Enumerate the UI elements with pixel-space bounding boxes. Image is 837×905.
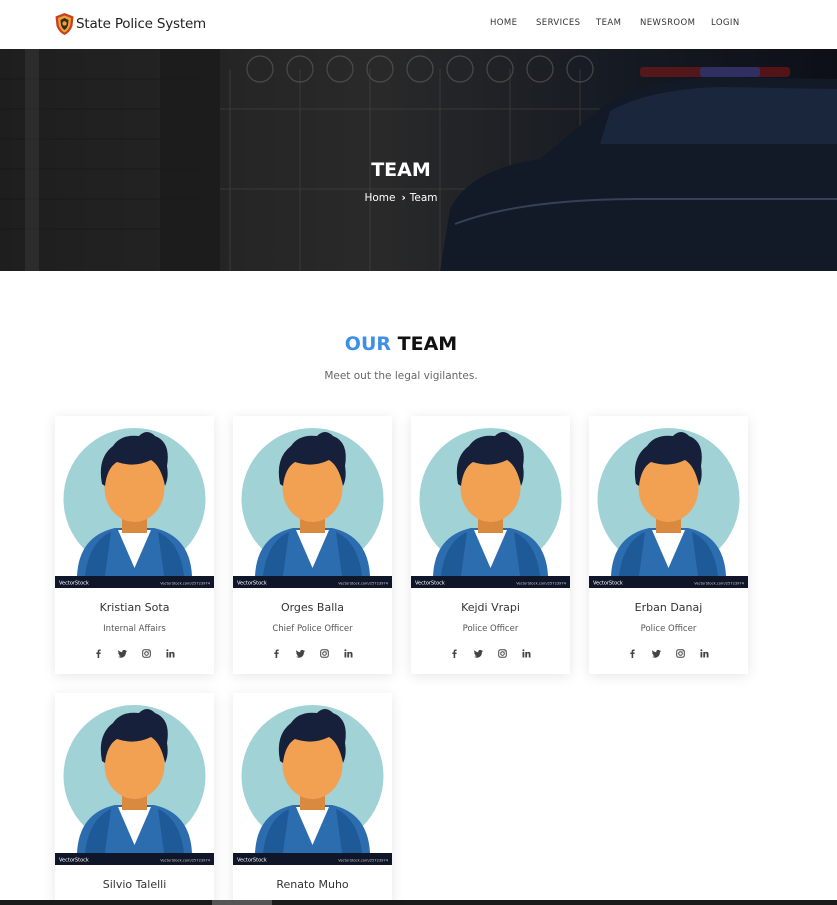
breadcrumb: Home › Team — [0, 192, 802, 204]
watermark-left: VectorStock — [59, 581, 89, 587]
breadcrumb-home[interactable]: Home — [364, 192, 395, 204]
avatar-image: VectorStock VectorStock.com/25723974 — [589, 416, 748, 588]
social-links — [55, 648, 214, 659]
facebook-icon[interactable] — [271, 648, 282, 659]
linkedin-icon[interactable] — [343, 648, 354, 659]
facebook-icon[interactable] — [93, 648, 104, 659]
member-name: Erban Danaj — [634, 601, 703, 614]
team-member-card: VectorStock VectorStock.com/25723974 Kri… — [55, 416, 214, 674]
section-subtitle: Meet out the legal vigilantes. — [324, 370, 478, 382]
social-links — [589, 648, 748, 659]
instagram-icon[interactable] — [319, 648, 330, 659]
nav-home[interactable]: HOME — [490, 18, 517, 28]
instagram-icon[interactable] — [497, 648, 508, 659]
linkedin-icon[interactable] — [521, 648, 532, 659]
site-header: State Police System HOME SERVICES TEAM N… — [0, 0, 837, 49]
member-name: Silvio Talelli — [102, 878, 167, 891]
nav-team[interactable]: TEAM — [596, 18, 621, 28]
watermark-left: VectorStock — [415, 581, 445, 587]
watermark-right: VectorStock.com/25723974 — [516, 582, 566, 586]
linkedin-icon[interactable] — [699, 648, 710, 659]
chevron-right-icon: › — [401, 192, 406, 204]
watermark-left: VectorStock — [59, 858, 89, 864]
instagram-icon[interactable] — [141, 648, 152, 659]
hero-banner: TEAM Home › Team — [0, 49, 837, 271]
watermark-left: VectorStock — [237, 858, 267, 864]
twitter-icon[interactable] — [651, 648, 662, 659]
section-title-accent: OUR — [344, 333, 392, 355]
watermark-right: VectorStock.com/25723974 — [338, 582, 388, 586]
facebook-icon[interactable] — [449, 648, 460, 659]
twitter-icon[interactable] — [295, 648, 306, 659]
horizontal-scrollbar[interactable] — [0, 900, 837, 905]
watermark-right: VectorStock.com/25723974 — [160, 582, 210, 586]
social-links — [233, 648, 392, 659]
twitter-icon[interactable] — [473, 648, 484, 659]
watermark-left: VectorStock — [237, 581, 267, 587]
scrollbar-thumb[interactable] — [212, 900, 272, 905]
member-role: Chief Police Officer — [272, 624, 353, 634]
member-role: Police Officer — [462, 624, 519, 634]
facebook-icon[interactable] — [627, 648, 638, 659]
watermark-right: VectorStock.com/25723974 — [160, 859, 210, 863]
linkedin-icon[interactable] — [165, 648, 176, 659]
twitter-icon[interactable] — [117, 648, 128, 659]
nav-newsroom[interactable]: NEWSROOM — [640, 18, 695, 28]
watermark-right: VectorStock.com/25723974 — [694, 582, 744, 586]
instagram-icon[interactable] — [675, 648, 686, 659]
nav-login[interactable]: LOGIN — [711, 18, 740, 28]
team-member-card: VectorStock VectorStock.com/25723974 Erb… — [589, 416, 748, 674]
avatar-image: VectorStock VectorStock.com/25723974 — [233, 416, 392, 588]
watermark-right: VectorStock.com/25723974 — [338, 859, 388, 863]
team-member-card: VectorStock VectorStock.com/25723974 Ren… — [233, 693, 392, 905]
member-role: Police Officer — [640, 624, 697, 634]
avatar-image: VectorStock VectorStock.com/25723974 — [233, 693, 392, 865]
member-name: Orges Balla — [280, 601, 345, 614]
social-links — [411, 648, 570, 659]
member-name: Renato Muho — [276, 878, 349, 891]
hero-title: TEAM — [371, 159, 431, 181]
section-title-rest: TEAM — [397, 333, 458, 355]
team-member-card: VectorStock VectorStock.com/25723974 Sil… — [55, 693, 214, 905]
avatar-image: VectorStock VectorStock.com/25723974 — [55, 693, 214, 865]
watermark-left: VectorStock — [593, 581, 623, 587]
breadcrumb-current: Team — [409, 192, 438, 204]
main-nav: HOME SERVICES TEAM NEWSROOM LOGIN — [0, 18, 837, 32]
nav-services[interactable]: SERVICES — [536, 18, 580, 28]
section-title: OUR TEAM — [0, 333, 802, 355]
team-member-card: VectorStock VectorStock.com/25723974 Org… — [233, 416, 392, 674]
member-name: Kristian Sota — [99, 601, 170, 614]
avatar-image: VectorStock VectorStock.com/25723974 — [411, 416, 570, 588]
team-member-card: VectorStock VectorStock.com/25723974 Kej… — [411, 416, 570, 674]
member-role: Internal Affairs — [103, 624, 166, 634]
avatar-image: VectorStock VectorStock.com/25723974 — [55, 416, 214, 588]
member-name: Kejdi Vrapi — [461, 601, 520, 614]
